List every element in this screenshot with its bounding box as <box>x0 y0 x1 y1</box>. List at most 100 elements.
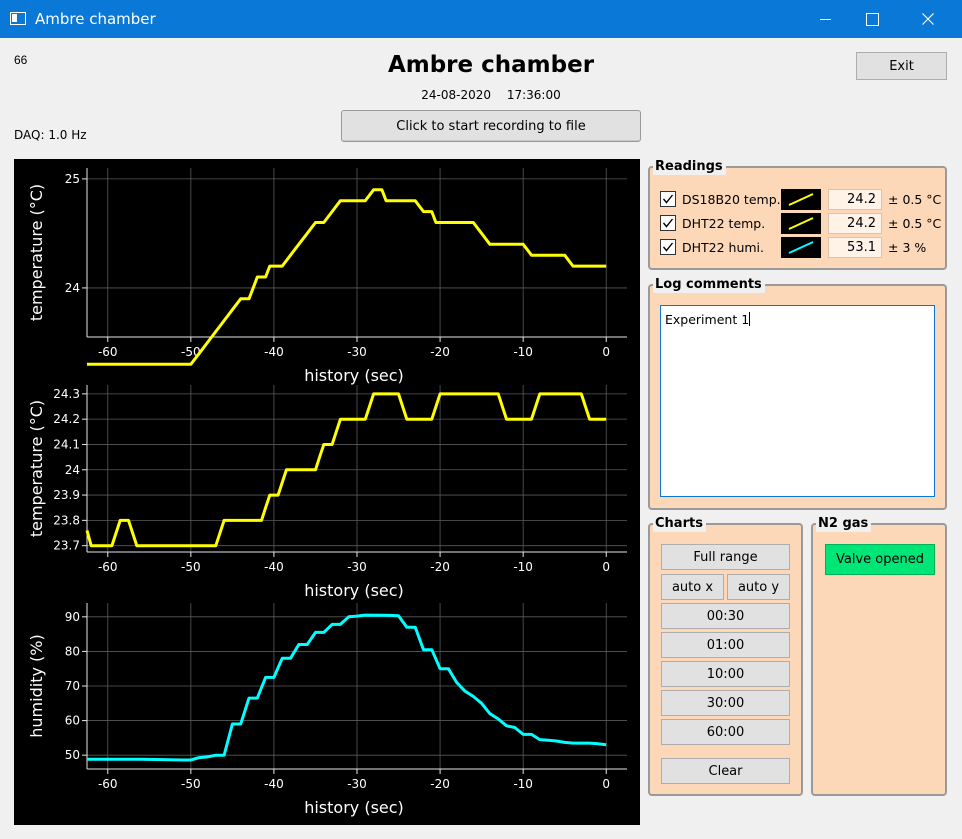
x-tick-label: -60 <box>98 345 118 359</box>
y-tick-label: 24.3 <box>53 387 80 401</box>
y-tick-label: 50 <box>65 748 80 762</box>
y-axis-label: temperature (°C) <box>27 400 46 537</box>
minimize-icon[interactable] <box>802 0 848 38</box>
y-tick-label: 23.7 <box>53 539 80 553</box>
charts-panel: Charts Full range auto x auto y 00:30 01… <box>648 516 803 796</box>
y-tick-label: 60 <box>65 714 80 728</box>
y-axis-label: humidity (%) <box>27 634 46 737</box>
x-tick-label: -40 <box>264 777 284 791</box>
x-tick-label: -50 <box>181 560 201 574</box>
text-cursor <box>749 312 751 326</box>
date-label: 24-08-2020 <box>421 88 491 102</box>
y-tick-label: 24 <box>65 463 80 477</box>
checkbox-ds18b20[interactable] <box>660 191 676 207</box>
x-tick-label: -60 <box>98 560 118 574</box>
range-button-30-00[interactable]: 30:00 <box>661 690 790 716</box>
reading-label: DS18B20 temp. <box>682 192 781 207</box>
log-comments-title: Log comments <box>653 277 765 293</box>
range-button-01-00[interactable]: 01:00 <box>661 632 790 658</box>
valve-toggle-button[interactable]: Valve opened <box>825 544 935 575</box>
time-label: 17:36:00 <box>506 88 561 102</box>
reading-uncertainty: ± 0.5 °C <box>888 216 942 231</box>
checkmark-icon <box>662 242 674 252</box>
chart-area[interactable]: -60 -50 -40 -30 -20 -10 0 24 25 history (sec) temp… <box>14 159 640 825</box>
checkbox-dht22-temp[interactable] <box>660 215 676 231</box>
range-button-60-00[interactable]: 60:00 <box>661 719 790 745</box>
line-color-swatch[interactable] <box>781 237 821 258</box>
line-color-swatch[interactable] <box>781 213 821 234</box>
y-axis-label: temperature (°C) <box>27 184 46 321</box>
checkbox-dht22-humi[interactable] <box>660 239 676 255</box>
maximize-icon[interactable] <box>848 0 894 38</box>
y-tick-label: 90 <box>65 610 80 624</box>
x-tick-label: -10 <box>513 560 533 574</box>
n2-gas-panel: N2 gas Valve opened <box>811 516 947 796</box>
x-tick-label: -10 <box>513 777 533 791</box>
daq-rate-label: DAQ: 1.0 Hz <box>14 128 87 142</box>
y-tick-label: 23.9 <box>53 488 80 502</box>
y-tick-label: 23.8 <box>53 513 80 527</box>
datetime-display: 24-08-2020 17:36:00 <box>340 88 642 102</box>
reading-uncertainty: ± 3 % <box>888 240 927 255</box>
charts-svg[interactable]: -60 -50 -40 -30 -20 -10 0 24 25 history (sec) temp… <box>14 159 640 825</box>
readings-panel: Readings DS18B20 temp. 24.2 ± 0.5 °C DHT… <box>648 159 947 270</box>
range-button-00-30[interactable]: 00:30 <box>661 603 790 629</box>
window-titlebar: Ambre chamber <box>0 0 962 38</box>
x-axis-label: history (sec) <box>304 581 404 600</box>
exit-button[interactable]: Exit <box>856 52 947 80</box>
y-tick-label: 70 <box>65 679 80 693</box>
log-comments-text: Experiment 1 <box>665 312 750 327</box>
sample-counter: 66 <box>14 53 28 67</box>
y-tick-label: 24.2 <box>53 412 80 426</box>
x-tick-label: 0 <box>602 345 610 359</box>
y-tick-label: 24.1 <box>53 437 80 451</box>
window-title: Ambre chamber <box>35 10 156 28</box>
y-tick-label: 24 <box>65 281 80 295</box>
close-icon[interactable] <box>905 0 951 38</box>
x-tick-label: -30 <box>347 777 367 791</box>
app-window-icon <box>10 12 26 25</box>
reading-row-ds18b20: DS18B20 temp. 24.2 ± 0.5 °C <box>660 189 942 210</box>
x-tick-label: 0 <box>602 560 610 574</box>
log-comments-panel: Log comments Experiment 1 <box>648 277 947 510</box>
x-tick-label: -20 <box>430 345 450 359</box>
x-tick-label: -20 <box>430 777 450 791</box>
reading-label: DHT22 humi. <box>682 240 765 255</box>
reading-label: DHT22 temp. <box>682 216 766 231</box>
reading-value: 53.1 <box>828 237 882 258</box>
checkmark-icon <box>662 218 674 228</box>
x-tick-label: 0 <box>602 777 610 791</box>
x-tick-label: -60 <box>98 777 118 791</box>
auto-y-button[interactable]: auto y <box>727 574 790 600</box>
readings-title: Readings <box>653 159 726 175</box>
page-title: Ambre chamber <box>387 52 595 78</box>
x-axis-label: history (sec) <box>304 366 404 385</box>
record-to-file-button[interactable]: Click to start recording to file <box>341 110 641 142</box>
series-line <box>87 188 607 366</box>
clear-button[interactable]: Clear <box>661 758 790 784</box>
charts-title: Charts <box>653 516 706 532</box>
x-tick-label: -50 <box>181 777 201 791</box>
checkmark-icon <box>662 194 674 204</box>
n2-gas-title: N2 gas <box>816 516 872 532</box>
x-tick-label: -10 <box>513 345 533 359</box>
x-tick-label: -20 <box>430 560 450 574</box>
line-color-swatch[interactable] <box>781 189 821 210</box>
log-comments-textarea[interactable]: Experiment 1 <box>660 305 935 497</box>
auto-x-button[interactable]: auto x <box>661 574 724 600</box>
reading-row-dht22-temp: DHT22 temp. 24.2 ± 0.5 °C <box>660 213 942 234</box>
reading-uncertainty: ± 0.5 °C <box>888 192 942 207</box>
reading-value: 24.2 <box>828 189 882 210</box>
y-tick-label: 80 <box>65 644 80 658</box>
x-tick-label: -30 <box>347 560 367 574</box>
full-range-button[interactable]: Full range <box>661 544 790 570</box>
series-line <box>87 613 607 762</box>
reading-value: 24.2 <box>828 213 882 234</box>
x-tick-label: -40 <box>264 345 284 359</box>
x-axis-label: history (sec) <box>304 798 404 817</box>
y-tick-label: 25 <box>65 172 80 186</box>
range-button-10-00[interactable]: 10:00 <box>661 661 790 687</box>
x-tick-label: -40 <box>264 560 284 574</box>
reading-row-dht22-humi: DHT22 humi. 53.1 ± 3 % <box>660 237 940 258</box>
x-tick-label: -30 <box>347 345 367 359</box>
